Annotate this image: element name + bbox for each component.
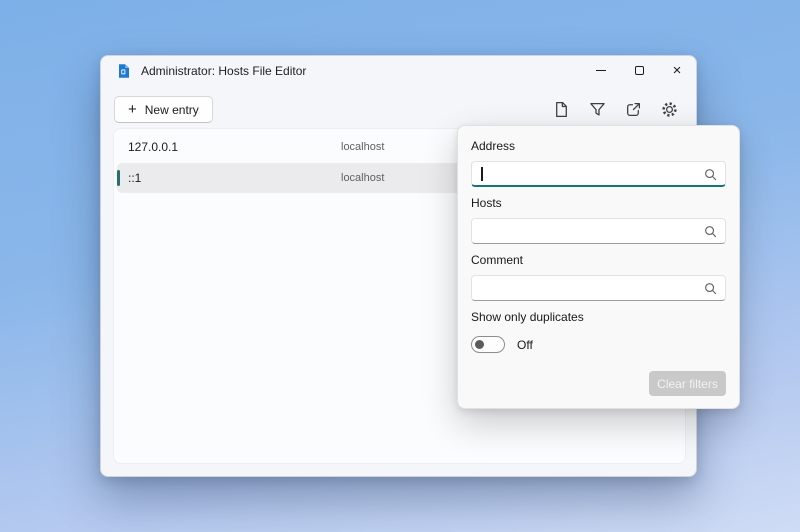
toggle-state-label: Off (517, 338, 533, 352)
new-file-button[interactable] (546, 95, 576, 124)
selection-indicator (117, 170, 120, 186)
entry-address: ::1 (128, 171, 141, 185)
address-filter-input[interactable] (472, 162, 725, 185)
open-external-icon (625, 101, 642, 118)
close-button[interactable]: × (658, 56, 696, 85)
minimize-icon (596, 70, 606, 71)
maximize-icon (635, 66, 644, 75)
new-entry-button[interactable]: + New entry (114, 96, 213, 123)
settings-button[interactable] (654, 95, 684, 124)
search-icon (704, 168, 717, 181)
new-entry-label: New entry (145, 103, 199, 117)
hosts-label: Hosts (471, 196, 726, 211)
show-only-duplicates-label: Show only duplicates (471, 310, 726, 325)
duplicates-toggle-row: Off (471, 336, 726, 353)
duplicates-toggle[interactable] (471, 336, 505, 353)
minimize-button[interactable] (582, 56, 620, 85)
maximize-button[interactable] (620, 56, 658, 85)
toolbar-icons (546, 95, 684, 124)
app-icon (116, 63, 132, 79)
search-icon (704, 282, 717, 295)
desktop: Administrator: Hosts File Editor × + New… (0, 0, 800, 532)
text-caret (481, 167, 483, 181)
hosts-filter-input[interactable] (472, 219, 725, 243)
window-title: Administrator: Hosts File Editor (141, 64, 306, 78)
comment-filter-field (471, 275, 726, 301)
window-controls: × (582, 56, 696, 85)
entry-hosts: localhost (341, 141, 384, 153)
open-external-button[interactable] (618, 95, 648, 124)
plus-icon: + (128, 102, 137, 117)
clear-filters-button[interactable]: Clear filters (649, 371, 726, 396)
new-file-icon (553, 101, 570, 118)
entry-address: 127.0.0.1 (128, 140, 178, 154)
titlebar[interactable]: Administrator: Hosts File Editor × (101, 56, 696, 86)
hosts-filter-field (471, 218, 726, 244)
comment-label: Comment (471, 253, 726, 268)
address-filter-field (471, 161, 726, 187)
filter-flyout: Address Hosts Comment Show only duplicat… (457, 125, 740, 409)
gear-icon (661, 101, 678, 118)
toggle-knob (475, 340, 484, 349)
address-label: Address (471, 139, 726, 154)
search-icon (704, 225, 717, 238)
filter-button[interactable] (582, 95, 612, 124)
filter-icon (589, 101, 606, 118)
comment-filter-input[interactable] (472, 276, 725, 300)
entry-hosts: localhost (341, 172, 384, 184)
close-icon: × (673, 63, 682, 78)
